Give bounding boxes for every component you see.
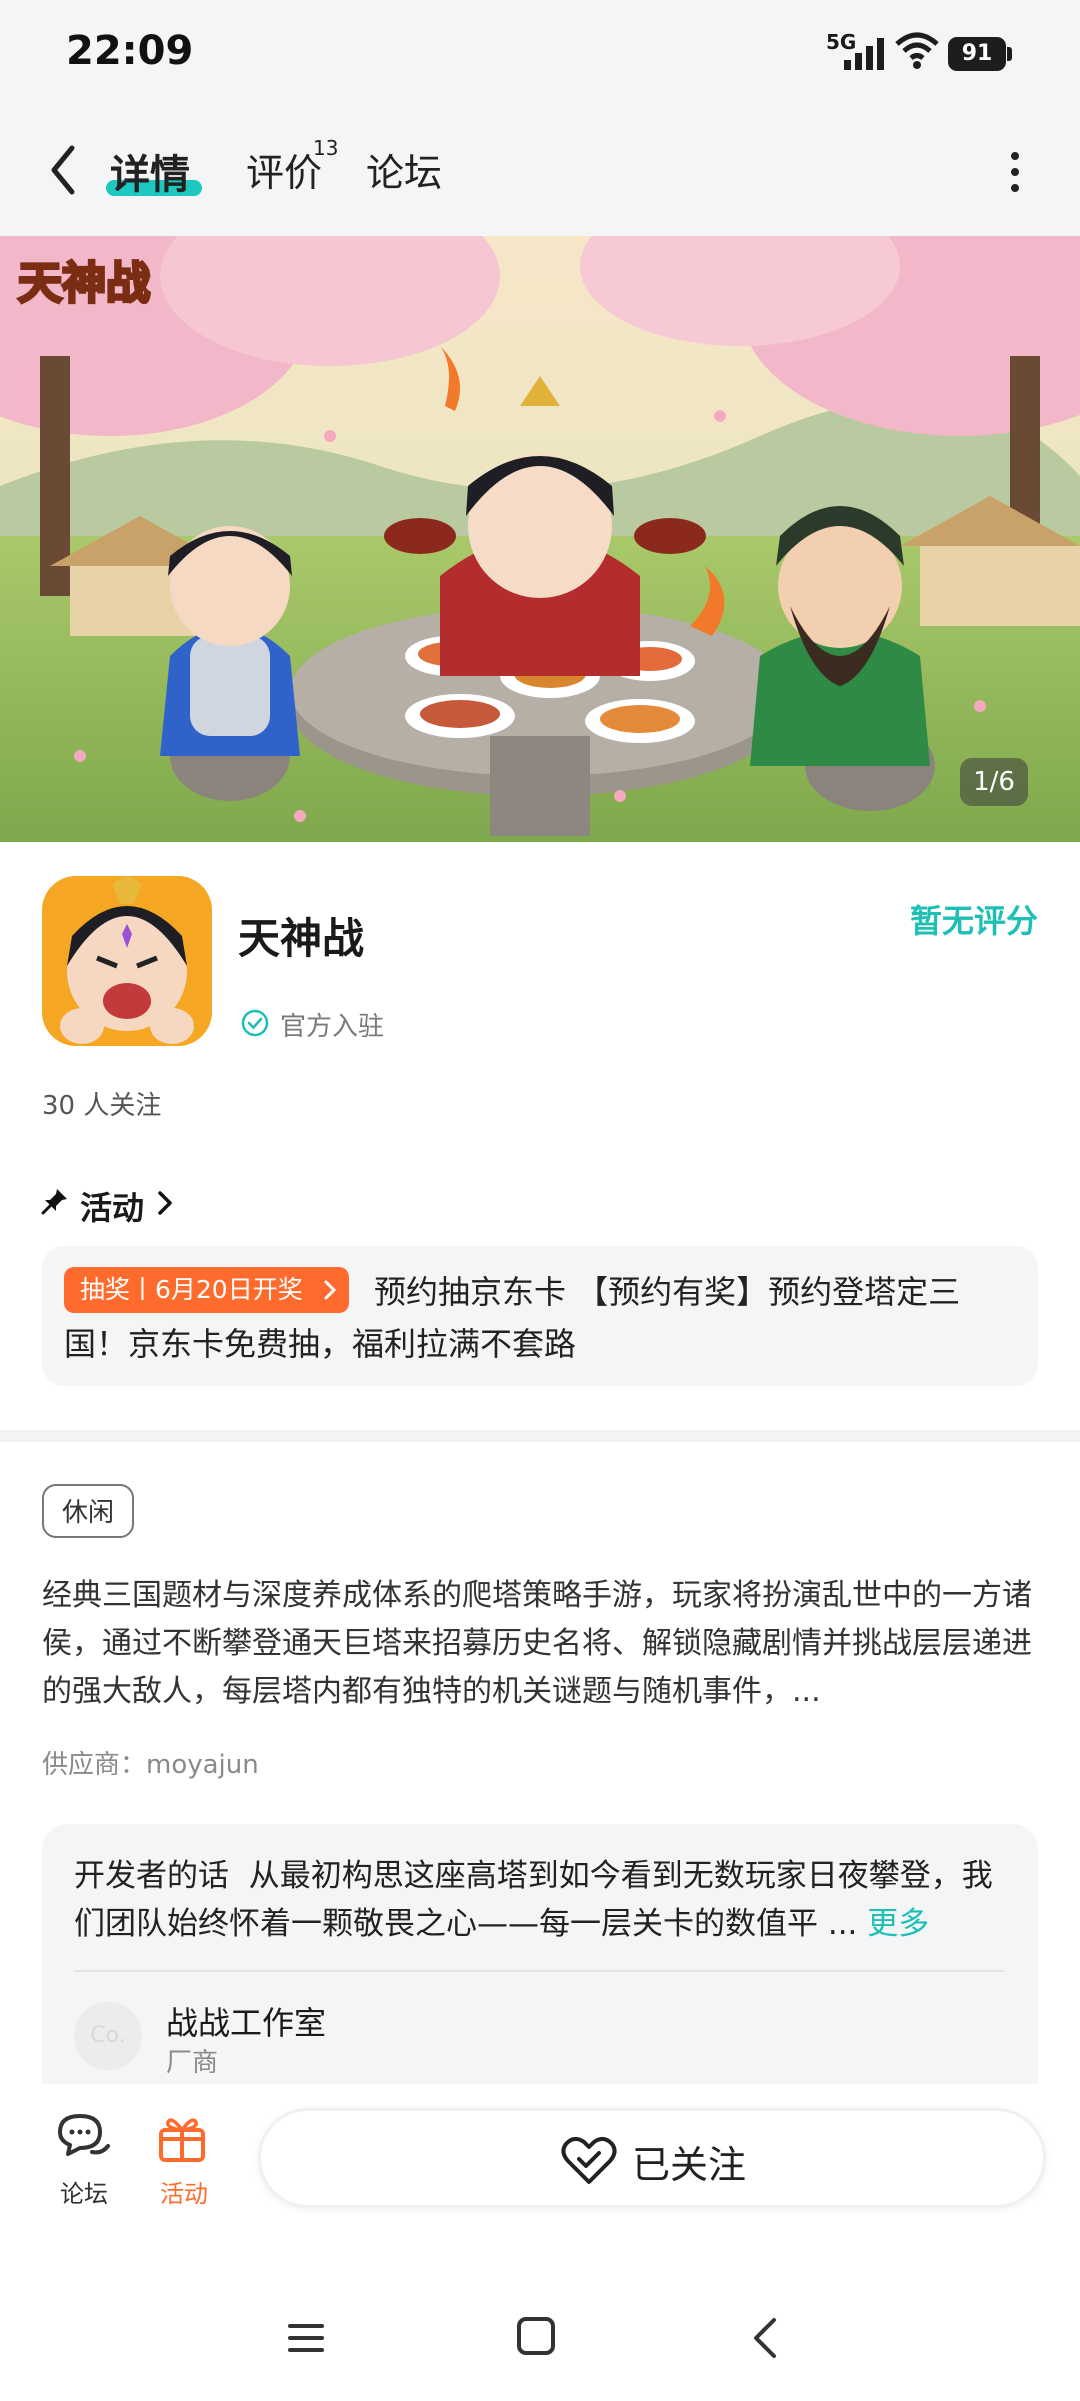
tab-reviews[interactable]: 评价 xyxy=(246,142,322,197)
wifi-icon xyxy=(895,32,939,69)
forum-tab-label[interactable]: 论坛 xyxy=(60,2174,108,2209)
recent-apps-icon[interactable] xyxy=(286,2318,326,2358)
genre-tag[interactable]: 休闲 xyxy=(42,1484,134,1538)
section-divider xyxy=(0,1430,1080,1442)
supplier-info: 供应商：moyajun xyxy=(42,1750,259,1780)
game-title: 天神战 xyxy=(238,914,365,963)
card-divider xyxy=(74,1970,1004,1972)
back-arrow-icon[interactable] xyxy=(40,138,90,202)
game-icon xyxy=(42,876,212,1046)
developer-avatar[interactable]: Co. xyxy=(74,2002,142,2070)
game-description[interactable]: 经典三国题材与深度养成体系的爬塔策略手游，玩家将扮演乱世中的一方诸侯，通过不断攀… xyxy=(42,1572,1036,1716)
heart-check-icon xyxy=(561,2137,617,2184)
system-back-icon[interactable] xyxy=(750,2316,780,2360)
more-link[interactable]: 更多 xyxy=(867,1906,929,1942)
gift-icon[interactable] xyxy=(156,2112,208,2164)
carousel-counter: 1/6 xyxy=(960,758,1028,806)
tab-details[interactable]: 详情 xyxy=(110,142,190,200)
screenshot-carousel[interactable]: 天神战 xyxy=(0,236,1080,842)
developer-words[interactable]: 开发者的话 从最初构思这座高塔到如今看到无数玩家日夜攀登，我们团队始终怀着一颗敬… xyxy=(74,1852,1014,1948)
status-time: 22:09 xyxy=(66,28,194,74)
developer-role: 厂商 xyxy=(166,2048,219,2078)
pin-icon xyxy=(41,1189,67,1215)
developer-words-label: 开发者的话 xyxy=(74,1858,229,1894)
battery-indicator: 91 xyxy=(948,37,1006,71)
banner-illustration: 天神战 xyxy=(0,236,1080,842)
home-icon[interactable] xyxy=(516,2316,556,2356)
rating-status[interactable]: 暂无评分 xyxy=(910,896,1038,942)
forum-chat-icon[interactable] xyxy=(54,2110,112,2162)
verified-check-icon xyxy=(241,1009,269,1037)
review-count-badge: 13 xyxy=(313,136,339,160)
activity-section-title[interactable]: 活动 xyxy=(80,1183,144,1229)
follower-count: 30 人关注 xyxy=(42,1091,162,1121)
follow-button-label: 已关注 xyxy=(632,2143,747,2187)
chevron-right-icon[interactable] xyxy=(154,1188,176,1218)
activity-tab-label[interactable]: 活动 xyxy=(160,2174,208,2209)
chevron-right-icon xyxy=(324,1280,336,1300)
tab-forum[interactable]: 论坛 xyxy=(366,142,442,197)
more-options-icon[interactable] xyxy=(1000,148,1030,196)
lottery-tag-label: 抽奖丨6月20日开奖 xyxy=(80,1275,303,1304)
official-badge: 官方入驻 xyxy=(280,1012,385,1042)
battery-tip xyxy=(1007,47,1012,61)
banner-logo: 天神战 xyxy=(18,258,150,309)
signal-icon xyxy=(844,38,884,70)
lottery-tag[interactable]: 抽奖丨6月20日开奖 xyxy=(64,1267,349,1313)
developer-name[interactable]: 战战工作室 xyxy=(166,1998,326,2044)
